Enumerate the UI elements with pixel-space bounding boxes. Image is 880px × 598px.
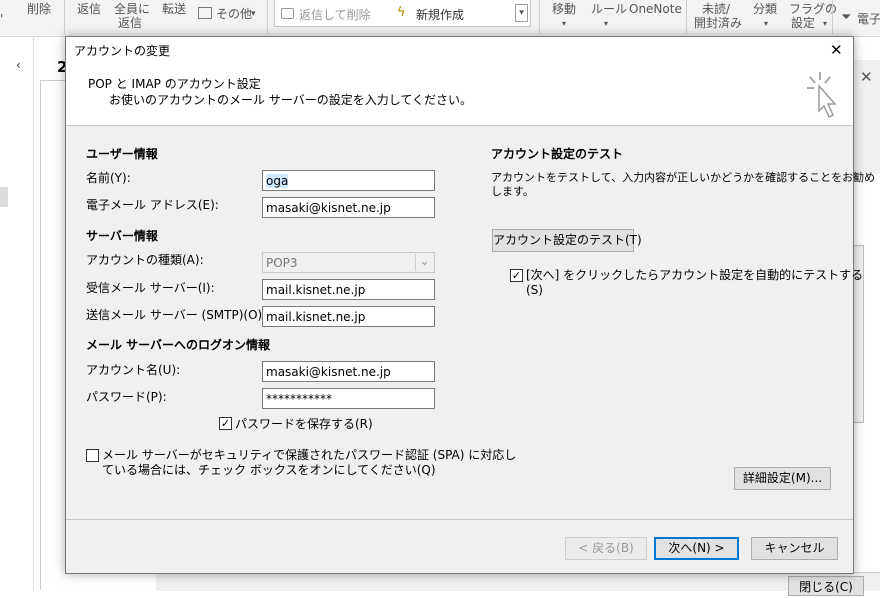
unread-label-2: 開封済み [694, 16, 743, 30]
folder-selection-marker [0, 187, 8, 207]
cancel-button[interactable]: キャンセル [751, 537, 838, 560]
delete-button[interactable]: 削除 [27, 2, 51, 16]
rules-button[interactable]: ルール [591, 2, 627, 16]
filter-email-partial[interactable]: 電子 [857, 12, 880, 26]
save-password-checkbox[interactable]: ✓ [219, 417, 232, 430]
reply-delete-icon [281, 8, 294, 19]
categorize-button[interactable]: 分類 [753, 2, 777, 16]
categorize-dropdown-icon: ▾ [764, 19, 769, 28]
save-password-label: パスワードを保存する(R) [235, 417, 373, 431]
spa-checkbox[interactable] [86, 449, 99, 462]
account-type-value: POP3 [266, 256, 298, 270]
flag-label-2: 設定 [791, 16, 816, 30]
dialog-close-icon[interactable]: ✕ [830, 41, 843, 59]
more-settings-button[interactable]: 詳細設定(M)... [734, 467, 831, 490]
outgoing-server-label: 送信メール サーバー (SMTP)(O): [86, 308, 267, 322]
folder-pane-collapsed [0, 37, 34, 590]
more-icon [198, 7, 212, 19]
flag-button[interactable]: フラグの 設定 [789, 2, 837, 30]
account-type-select: POP3 ⌄ [262, 252, 435, 273]
more-dropdown-icon: ▾ [251, 9, 256, 19]
reply-all-label-2: 返信 [118, 16, 143, 30]
dialog-header-banner: POP と IMAP のアカウント設定 お使いのアカウントのメール サーバーの設… [66, 65, 853, 126]
unread-label-1: 未読/ [702, 2, 731, 16]
auto-test-checkbox[interactable]: ✓ [510, 269, 523, 282]
ribbon: ' 削除 返信 全員に 返信 転送 その他 ▾ 返信して削除 ϟ 新規作成 ▾ … [0, 0, 880, 37]
filter-icon: ⏷ [841, 10, 852, 25]
ribbon-separator [832, 0, 833, 34]
test-account-button[interactable]: アカウント設定のテスト(T) [492, 229, 642, 252]
chevron-down-icon: ⌄ [415, 254, 433, 271]
quick-steps-gallery[interactable]: 返信して削除 ϟ 新規作成 ▾ [274, 0, 531, 27]
flag-dropdown-icon: ▾ [823, 19, 828, 28]
account-name-input[interactable]: masaki@kisnet.ne.jp [262, 361, 435, 382]
auto-test-label-line2: (S) [526, 283, 543, 297]
gallery-expand-icon[interactable]: ▾ [515, 4, 528, 22]
test-desc-line2: します。 [491, 185, 534, 198]
spa-label-line2: ている場合には、チェック ボックスをオンにしてください(Q) [102, 463, 436, 477]
dialog-titlebar: アカウントの変更 ✕ [66, 37, 853, 65]
new-create-step[interactable]: 新規作成 [416, 8, 464, 22]
forward-button[interactable]: 転送 [162, 2, 186, 16]
next-button[interactable]: 次へ(N) > [654, 537, 739, 560]
header-title: POP と IMAP のアカウント設定 [88, 77, 261, 91]
dialog-title: アカウントの変更 [74, 44, 171, 58]
auto-test-label-line1: [次へ] をクリックしたらアカウント設定を自動的にテストする [526, 268, 864, 282]
password-label: パスワード(P): [86, 390, 167, 404]
spa-label-line1: メール サーバーがセキュリティで保護されたパスワード認証 (SPA) に対応し [102, 448, 517, 462]
collapse-chevron-icon[interactable]: ‹ [16, 57, 21, 73]
back-button[interactable]: < 戻る(B) [565, 537, 647, 560]
behind-close-button[interactable]: 閉じる(C) [788, 576, 864, 596]
behind-footer [156, 572, 880, 591]
ribbon-edge-mark: ' [0, 12, 4, 26]
ribbon-separator [539, 0, 540, 34]
outgoing-server-input[interactable]: mail.kisnet.ne.jp [262, 306, 435, 327]
reply-all-label-1: 全員に [114, 2, 151, 16]
move-button[interactable]: 移動 [552, 2, 576, 16]
name-label: 名前(Y): [86, 171, 131, 185]
behind-close-icon[interactable]: ✕ [860, 68, 873, 86]
pane-divider [40, 80, 41, 590]
dialog-footer-divider [66, 519, 853, 520]
ribbon-separator [267, 0, 268, 34]
test-heading: アカウント設定のテスト [491, 147, 624, 161]
header-subtitle: お使いのアカウントのメール サーバーの設定を入力してください。 [109, 93, 472, 107]
pane-divider [40, 80, 65, 81]
server-info-heading: サーバー情報 [86, 229, 158, 243]
flag-label-1: フラグの [789, 2, 838, 16]
incoming-server-input[interactable]: mail.kisnet.ne.jp [262, 279, 435, 300]
test-desc-line1: アカウントをテストして、入力内容が正しいかどうかを確認することをお勧め [491, 171, 876, 184]
account-type-label: アカウントの種類(A): [86, 253, 204, 267]
more-button[interactable]: その他 [216, 7, 252, 21]
name-input[interactable]: oga [262, 170, 435, 191]
user-info-heading: ユーザー情報 [86, 147, 158, 161]
reply-all-button[interactable]: 全員に 返信 [114, 2, 150, 30]
move-dropdown-icon: ▾ [562, 19, 567, 28]
email-input[interactable]: masaki@kisnet.ne.jp [262, 197, 435, 218]
account-change-dialog: アカウントの変更 ✕ POP と IMAP のアカウント設定 お使いのアカウント… [65, 36, 875, 574]
ribbon-separator [686, 0, 687, 34]
logon-info-heading: メール サーバーへのログオン情報 [86, 338, 271, 352]
unread-read-button[interactable]: 未読/ 開封済み [694, 2, 742, 30]
rules-dropdown-icon: ▾ [604, 19, 609, 28]
incoming-server-label: 受信メール サーバー(I): [86, 281, 215, 295]
email-label: 電子メール アドレス(E): [86, 198, 219, 212]
lightning-icon: ϟ [397, 5, 406, 20]
password-input[interactable]: *********** [262, 388, 435, 409]
cursor-click-icon [807, 72, 837, 119]
reply-delete-step[interactable]: 返信して削除 [299, 8, 371, 22]
onenote-button[interactable]: OneNote [629, 2, 682, 16]
ribbon-separator [64, 0, 65, 34]
reply-button[interactable]: 返信 [77, 2, 101, 16]
name-value: oga [266, 174, 289, 188]
account-name-label: アカウント名(U): [86, 363, 181, 377]
